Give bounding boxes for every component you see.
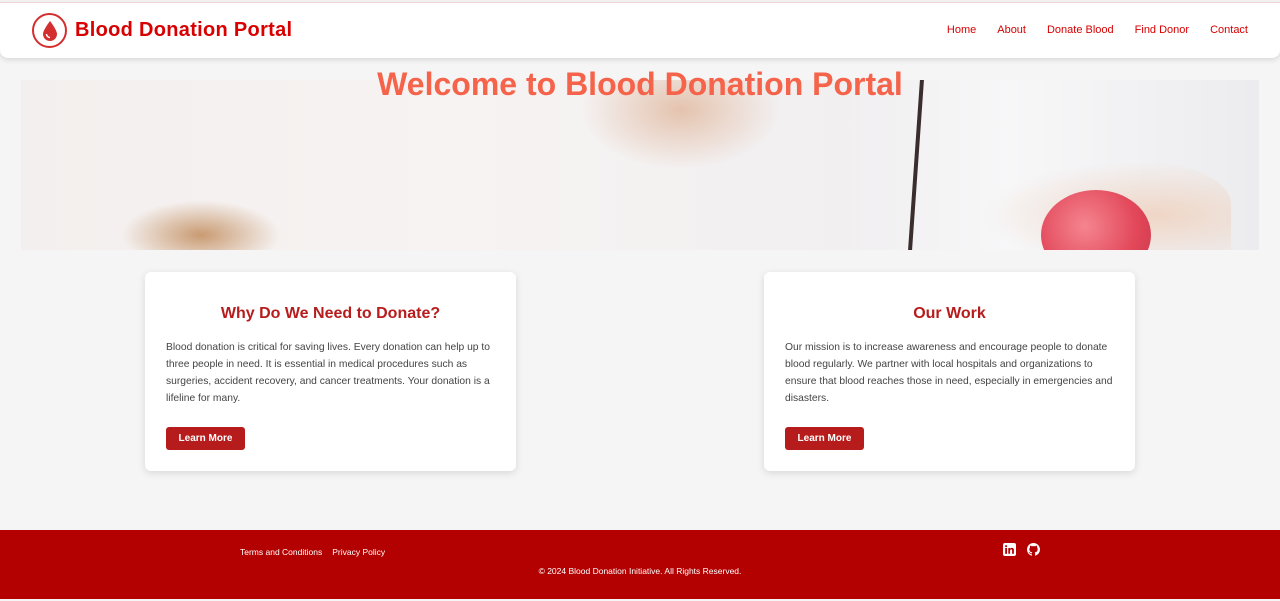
nav-about[interactable]: About [997, 24, 1026, 36]
card-text: Our mission is to increase awareness and… [785, 342, 1113, 404]
nav-donate-blood[interactable]: Donate Blood [1047, 24, 1114, 36]
site-footer: Terms and Conditions Privacy Policy © 20… [0, 530, 1280, 599]
main-nav: Home About Donate Blood Find Donor Conta… [947, 24, 1248, 36]
logo[interactable]: Blood Donation Portal [32, 13, 292, 48]
social-links [1003, 543, 1040, 556]
hero-image-bandage [121, 200, 281, 250]
card-text: Blood donation is critical for saving li… [166, 342, 490, 404]
nav-contact[interactable]: Contact [1210, 24, 1248, 36]
card-our-work: Our Work Our mission is to increase awar… [764, 272, 1135, 471]
nav-find-donor[interactable]: Find Donor [1135, 24, 1189, 36]
copyright-text: © 2024 Blood Donation Initiative. All Ri… [538, 566, 742, 576]
hero-banner [21, 80, 1259, 250]
terms-link[interactable]: Terms and Conditions [240, 547, 322, 557]
github-icon[interactable] [1027, 543, 1040, 556]
privacy-link[interactable]: Privacy Policy [332, 547, 385, 557]
card-title: Why Do We Need to Donate? [220, 305, 441, 322]
hero-title: Welcome to Blood Donation Portal [377, 66, 903, 102]
site-header: Blood Donation Portal Home About Donate … [0, 2, 1280, 58]
blood-drop-icon [32, 13, 67, 48]
footer-links: Terms and Conditions Privacy Policy [240, 547, 385, 557]
learn-more-button[interactable]: Learn More [166, 427, 245, 450]
linkedin-icon[interactable] [1003, 543, 1016, 556]
brand-title: Blood Donation Portal [75, 19, 293, 41]
nav-home[interactable]: Home [947, 24, 976, 36]
card-why-donate: Why Do We Need to Donate? Blood donation… [145, 272, 516, 471]
card-title: Our Work [913, 305, 986, 322]
learn-more-button[interactable]: Learn More [785, 427, 864, 450]
